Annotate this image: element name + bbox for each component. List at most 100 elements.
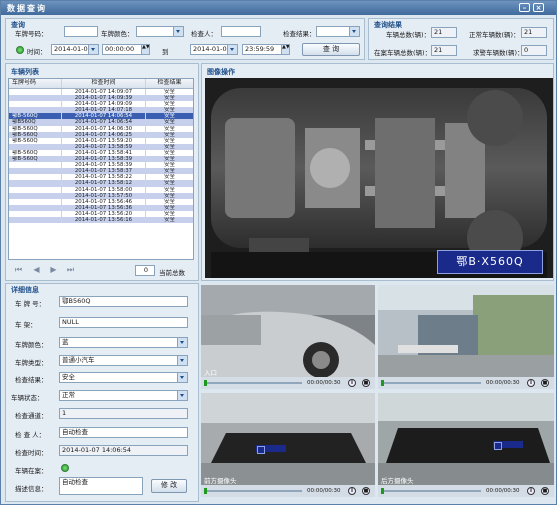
column-header-plate[interactable]: 车牌号码 [9, 79, 61, 88]
detail-vin-field[interactable]: NULL [59, 317, 188, 328]
start-date-picker[interactable]: 2014-01-07 [51, 44, 99, 55]
video-progress[interactable] [204, 490, 302, 492]
plate-label: 车牌号码： [15, 30, 48, 38]
to-label: 到 [162, 48, 169, 56]
detail-status-select[interactable]: 正常 [59, 390, 188, 401]
video-time: 00:00/00:30 [307, 488, 341, 494]
window-title: 数据查询 [7, 4, 47, 13]
detail-plate-field[interactable]: 鄂B560Q [59, 296, 188, 307]
modify-button[interactable]: 修 改 [151, 479, 187, 493]
inspector-label: 检查人： [191, 30, 217, 38]
table-body: 2014-01-07 14:09:07 安全 2014-01-07 14:09:39… [9, 89, 193, 224]
video-time: 00:00/00:30 [486, 488, 520, 494]
video-progress[interactable] [381, 382, 481, 384]
chevron-down-icon [177, 356, 187, 365]
detail-online-label: 车辆在案： [15, 467, 48, 475]
plate-box-icon [494, 442, 502, 450]
video-progress-knob[interactable] [381, 488, 384, 494]
video-panel-2[interactable]: 00:00/00:30 II ■ [378, 285, 554, 389]
video-controls: 00:00/00:30 II ■ [201, 377, 375, 389]
end-date-picker[interactable]: 2014-01-07 [190, 44, 238, 55]
stats-group: 查询结果 车辆总数(辆)： 21 正常车辆数(辆)： 21 在案车辆总数(辆)：… [368, 18, 554, 60]
video-progress-knob[interactable] [381, 380, 384, 386]
stop-icon[interactable]: ■ [541, 379, 549, 387]
video-panel-front[interactable]: 前方摄像头 00:00/00:30 II ■ [201, 393, 375, 497]
online-indicator-icon [61, 464, 69, 472]
cell-result: 安全 [145, 216, 193, 224]
chevron-down-icon [227, 45, 237, 54]
table-row[interactable]: 2014-01-07 13:56:16 安全 [9, 216, 193, 224]
pause-icon[interactable]: II [527, 379, 535, 387]
close-icon[interactable]: × [533, 3, 544, 12]
detail-type-select[interactable]: 普通小汽车 [59, 355, 188, 366]
detail-status-label: 车辆状态： [11, 394, 44, 402]
video-progress[interactable] [204, 382, 302, 384]
column-header-result[interactable]: 检查结果 [145, 79, 193, 88]
plate-input[interactable] [64, 26, 98, 37]
blacklist-value: 21 [431, 45, 457, 56]
start-time-spinner[interactable]: 00:00:00 ▲▼ [102, 44, 150, 55]
detail-result-select[interactable]: 安全 [59, 372, 188, 383]
detail-inspector-field[interactable]: 自动检查 [59, 427, 188, 438]
next-page-icon[interactable]: ▶ [49, 265, 58, 274]
video-label-entrance: 入口 [204, 369, 217, 377]
detail-lane-field: 1 [59, 408, 188, 419]
car-scene-icon [201, 285, 375, 378]
normal-value: 21 [521, 27, 547, 38]
detail-note-label: 描述信息： [15, 485, 48, 493]
video-controls: 00:00/00:30 II ■ [201, 485, 375, 497]
chevron-down-icon [88, 45, 98, 54]
first-page-icon[interactable]: ⏮ [14, 265, 23, 274]
result-label: 检查结果： [283, 30, 316, 38]
detail-note-field[interactable]: 自动检查 [59, 477, 143, 495]
total-label: 车辆总数(辆)： [386, 31, 431, 39]
detail-color-select[interactable]: 蓝 [59, 337, 188, 348]
chevron-down-icon [177, 391, 187, 400]
end-time-spinner[interactable]: 23:59:59 ▲▼ [242, 44, 290, 55]
image-group-title: 图像操作 [207, 68, 235, 76]
pause-icon[interactable]: II [348, 487, 356, 495]
chevron-down-icon [177, 338, 187, 347]
chevron-down-icon [173, 27, 183, 36]
time-radio[interactable] [16, 46, 24, 54]
normal-label: 正常车辆数(辆)： [469, 31, 520, 39]
last-page-icon[interactable]: ⏭ [66, 265, 75, 274]
video-label-front: 前方摄像头 [204, 477, 237, 485]
cell-plate [9, 217, 61, 223]
minimize-icon[interactable]: – [519, 3, 530, 12]
column-header-time[interactable]: 检查时间 [61, 79, 145, 88]
undercarriage-image[interactable]: 鄂B·X560Q [205, 78, 553, 278]
video-panel-rear[interactable]: 后方摄像头 00:00/00:30 II ■ [378, 393, 554, 497]
plate-recognition: 鄂B·X560Q [437, 250, 543, 274]
video-label-rear: 后方摄像头 [381, 477, 414, 485]
table-header: 车牌号码 检查时间 检查结果 [9, 79, 193, 89]
plate-box-icon [257, 446, 265, 454]
gate-scene-icon [378, 285, 554, 377]
video-panel-entrance[interactable]: 入口 00:00/00:30 II ■ [201, 285, 375, 389]
video-progress-knob[interactable] [204, 380, 207, 386]
prev-page-icon[interactable]: ◀ [32, 265, 41, 274]
total-value: 21 [431, 27, 457, 38]
pause-icon[interactable]: II [527, 487, 535, 495]
stop-icon[interactable]: ■ [362, 379, 370, 387]
vehicle-table: 车牌号码 检查时间 检查结果 2014-01-07 14:09:07 安全 2014… [8, 78, 194, 260]
stop-icon[interactable]: ■ [541, 487, 549, 495]
result-select[interactable] [316, 26, 360, 37]
pause-icon[interactable]: II [348, 379, 356, 387]
detail-vin-label: 车 架： [15, 321, 37, 329]
video-progress[interactable] [381, 490, 481, 492]
inspector-input[interactable] [221, 26, 261, 37]
video-controls: 00:00/00:30 II ■ [378, 377, 554, 389]
blacklist-label: 在案车辆总数(辆)： [374, 49, 432, 57]
color-label: 车牌颜色： [101, 30, 134, 38]
color-select[interactable] [136, 26, 184, 37]
page-count: 0 [135, 265, 155, 276]
stop-icon[interactable]: ■ [362, 487, 370, 495]
search-button[interactable]: 查 询 [302, 43, 360, 56]
vehicle-list-title: 车辆列表 [11, 68, 39, 76]
detail-type-label: 车牌类型： [15, 359, 48, 367]
undercarriage-scan-icon [205, 78, 553, 278]
chevron-down-icon [349, 27, 359, 36]
video-progress-knob[interactable] [204, 488, 207, 494]
spinner-icon: ▲▼ [141, 45, 149, 54]
